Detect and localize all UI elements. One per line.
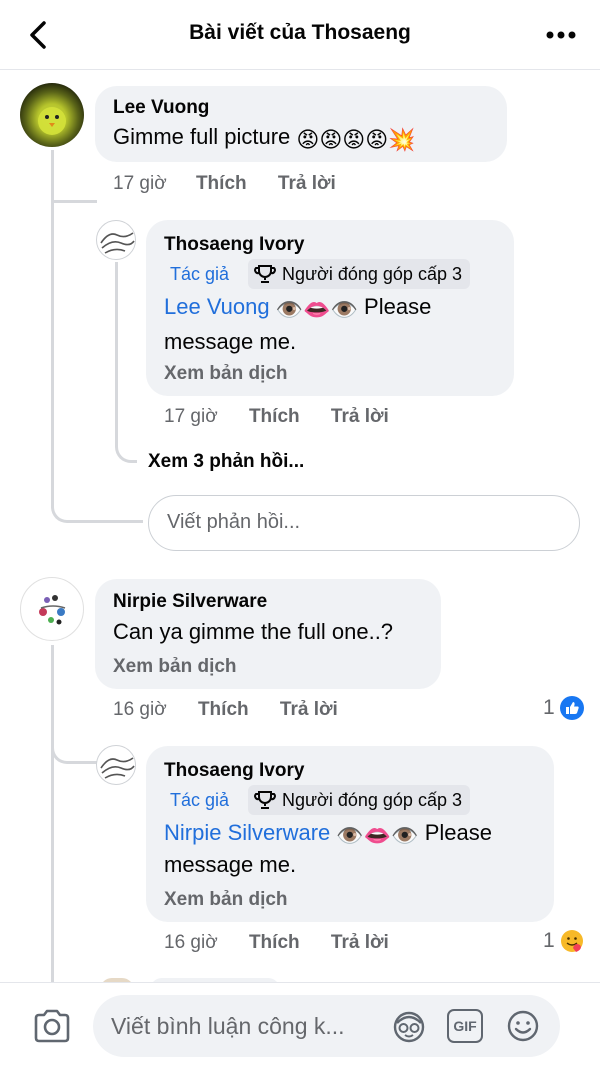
comment-author[interactable]: Lee Vuong <box>113 97 209 119</box>
trophy-icon <box>254 265 276 283</box>
reaction-count: 1 <box>543 696 555 719</box>
reply-input[interactable]: Viết phản hồi... <box>148 495 580 551</box>
avatar[interactable] <box>96 220 136 260</box>
sketch-avatar-icon <box>100 232 135 254</box>
avatar-sticker-icon[interactable] <box>391 1009 427 1043</box>
timestamp: 17 giờ <box>113 173 167 194</box>
avatar[interactable] <box>96 745 136 785</box>
contributor-label: Người đóng góp cấp 3 <box>282 789 462 810</box>
reply-author[interactable]: Thosaeng Ivory <box>164 234 304 256</box>
comment-input-placeholder: Viết bình luận công k... <box>111 1013 345 1039</box>
trophy-icon <box>254 791 276 809</box>
page-title: Bài viết của Thosaeng <box>189 21 411 44</box>
chick-avatar-icon <box>38 107 66 135</box>
reply-button[interactable]: Trả lời <box>280 699 338 720</box>
avatar[interactable] <box>20 577 84 641</box>
mention-link[interactable]: Nirpie Silverware <box>164 820 330 845</box>
reply-meta: 16 giờ Thích Trả lời <box>164 932 389 954</box>
author-badge: Tác giả <box>170 264 230 284</box>
see-translation-link[interactable]: Xem bản dịch <box>164 889 288 911</box>
reaction-count: 1 <box>543 929 555 952</box>
reply-button[interactable]: Trả lời <box>331 406 389 427</box>
reply-author[interactable]: Thosaeng Ivory <box>164 760 304 782</box>
see-translation-link[interactable]: Xem bản dịch <box>164 363 288 385</box>
reaction-summary[interactable]: 1 <box>543 928 585 954</box>
thread-connector <box>115 420 137 463</box>
like-button[interactable]: Thích <box>198 699 249 720</box>
reply-text: Nirpie Silverware 👁️👄👁️ Please <box>164 817 549 852</box>
eyes-lips-emojis: 👁️👄👁️ <box>275 297 358 322</box>
reaction-summary[interactable]: 1 <box>543 695 585 721</box>
reply-button[interactable]: Trả lời <box>331 932 389 953</box>
top-bar: Bài viết của Thosaeng <box>0 0 600 70</box>
reply-text: Lee Vuong 👁️👄👁️ Please message me. <box>164 291 504 358</box>
reply-text-line2: message me. <box>164 852 297 877</box>
like-reaction-icon <box>559 696 584 720</box>
avatar[interactable] <box>20 83 84 147</box>
contributor-label: Người đóng góp cấp 3 <box>282 263 462 284</box>
mention-link[interactable]: Lee Vuong <box>164 294 270 319</box>
like-button[interactable]: Thích <box>196 173 247 194</box>
view-more-replies-link[interactable]: Xem 3 phản hồi... <box>148 451 304 473</box>
gif-label: GIF <box>453 1018 477 1034</box>
reply-body: Please <box>418 820 492 845</box>
contributor-badge: Người đóng góp cấp 3 <box>248 785 470 815</box>
comment-input[interactable]: Viết bình luận công k... GIF <box>93 995 560 1057</box>
thread-connector <box>51 200 97 242</box>
thread-connector <box>51 720 97 764</box>
flowers-avatar-icon <box>39 595 66 625</box>
care-reaction-icon <box>560 930 583 952</box>
eyes-lips-emojis: 👁️👄👁️ <box>336 823 419 848</box>
thread-line <box>115 262 118 432</box>
thread-line <box>51 645 54 985</box>
see-translation-link[interactable]: Xem bản dịch <box>113 656 237 678</box>
timestamp: 16 giờ <box>113 699 167 720</box>
author-badge: Tác giả <box>170 790 230 810</box>
timestamp: 16 giờ <box>164 932 218 953</box>
comment-meta: 17 giờ Thích Trả lời <box>113 173 336 195</box>
like-button[interactable]: Thích <box>249 406 300 427</box>
reply-input-placeholder: Viết phản hồi... <box>167 511 301 533</box>
comment-text: Gimme full picture 😡😡😡😡💥 <box>113 121 416 156</box>
angry-emojis: 😡😡😡😡💥 <box>296 127 416 152</box>
sketch-avatar-icon <box>100 757 135 779</box>
comment-composer-bar: Viết bình luận công k... GIF <box>0 982 600 1067</box>
thread-line <box>51 150 54 450</box>
comment-meta: 16 giờ Thích Trả lời <box>113 699 338 721</box>
smiley-icon[interactable] <box>505 1009 541 1043</box>
reply-meta: 17 giờ Thích Trả lời <box>164 406 389 428</box>
comment-author[interactable]: Nirpie Silverware <box>113 591 267 613</box>
comment-body: Gimme full picture <box>113 124 291 149</box>
timestamp: 17 giờ <box>164 406 218 427</box>
comment-text: Can ya gimme the full one..? <box>113 619 394 644</box>
like-button[interactable]: Thích <box>249 932 300 953</box>
more-dots-icon[interactable] <box>544 20 578 50</box>
gif-button[interactable]: GIF <box>447 1009 483 1043</box>
reply-button[interactable]: Trả lời <box>278 173 336 194</box>
contributor-badge: Người đóng góp cấp 3 <box>248 259 470 289</box>
camera-icon[interactable] <box>32 1008 72 1044</box>
